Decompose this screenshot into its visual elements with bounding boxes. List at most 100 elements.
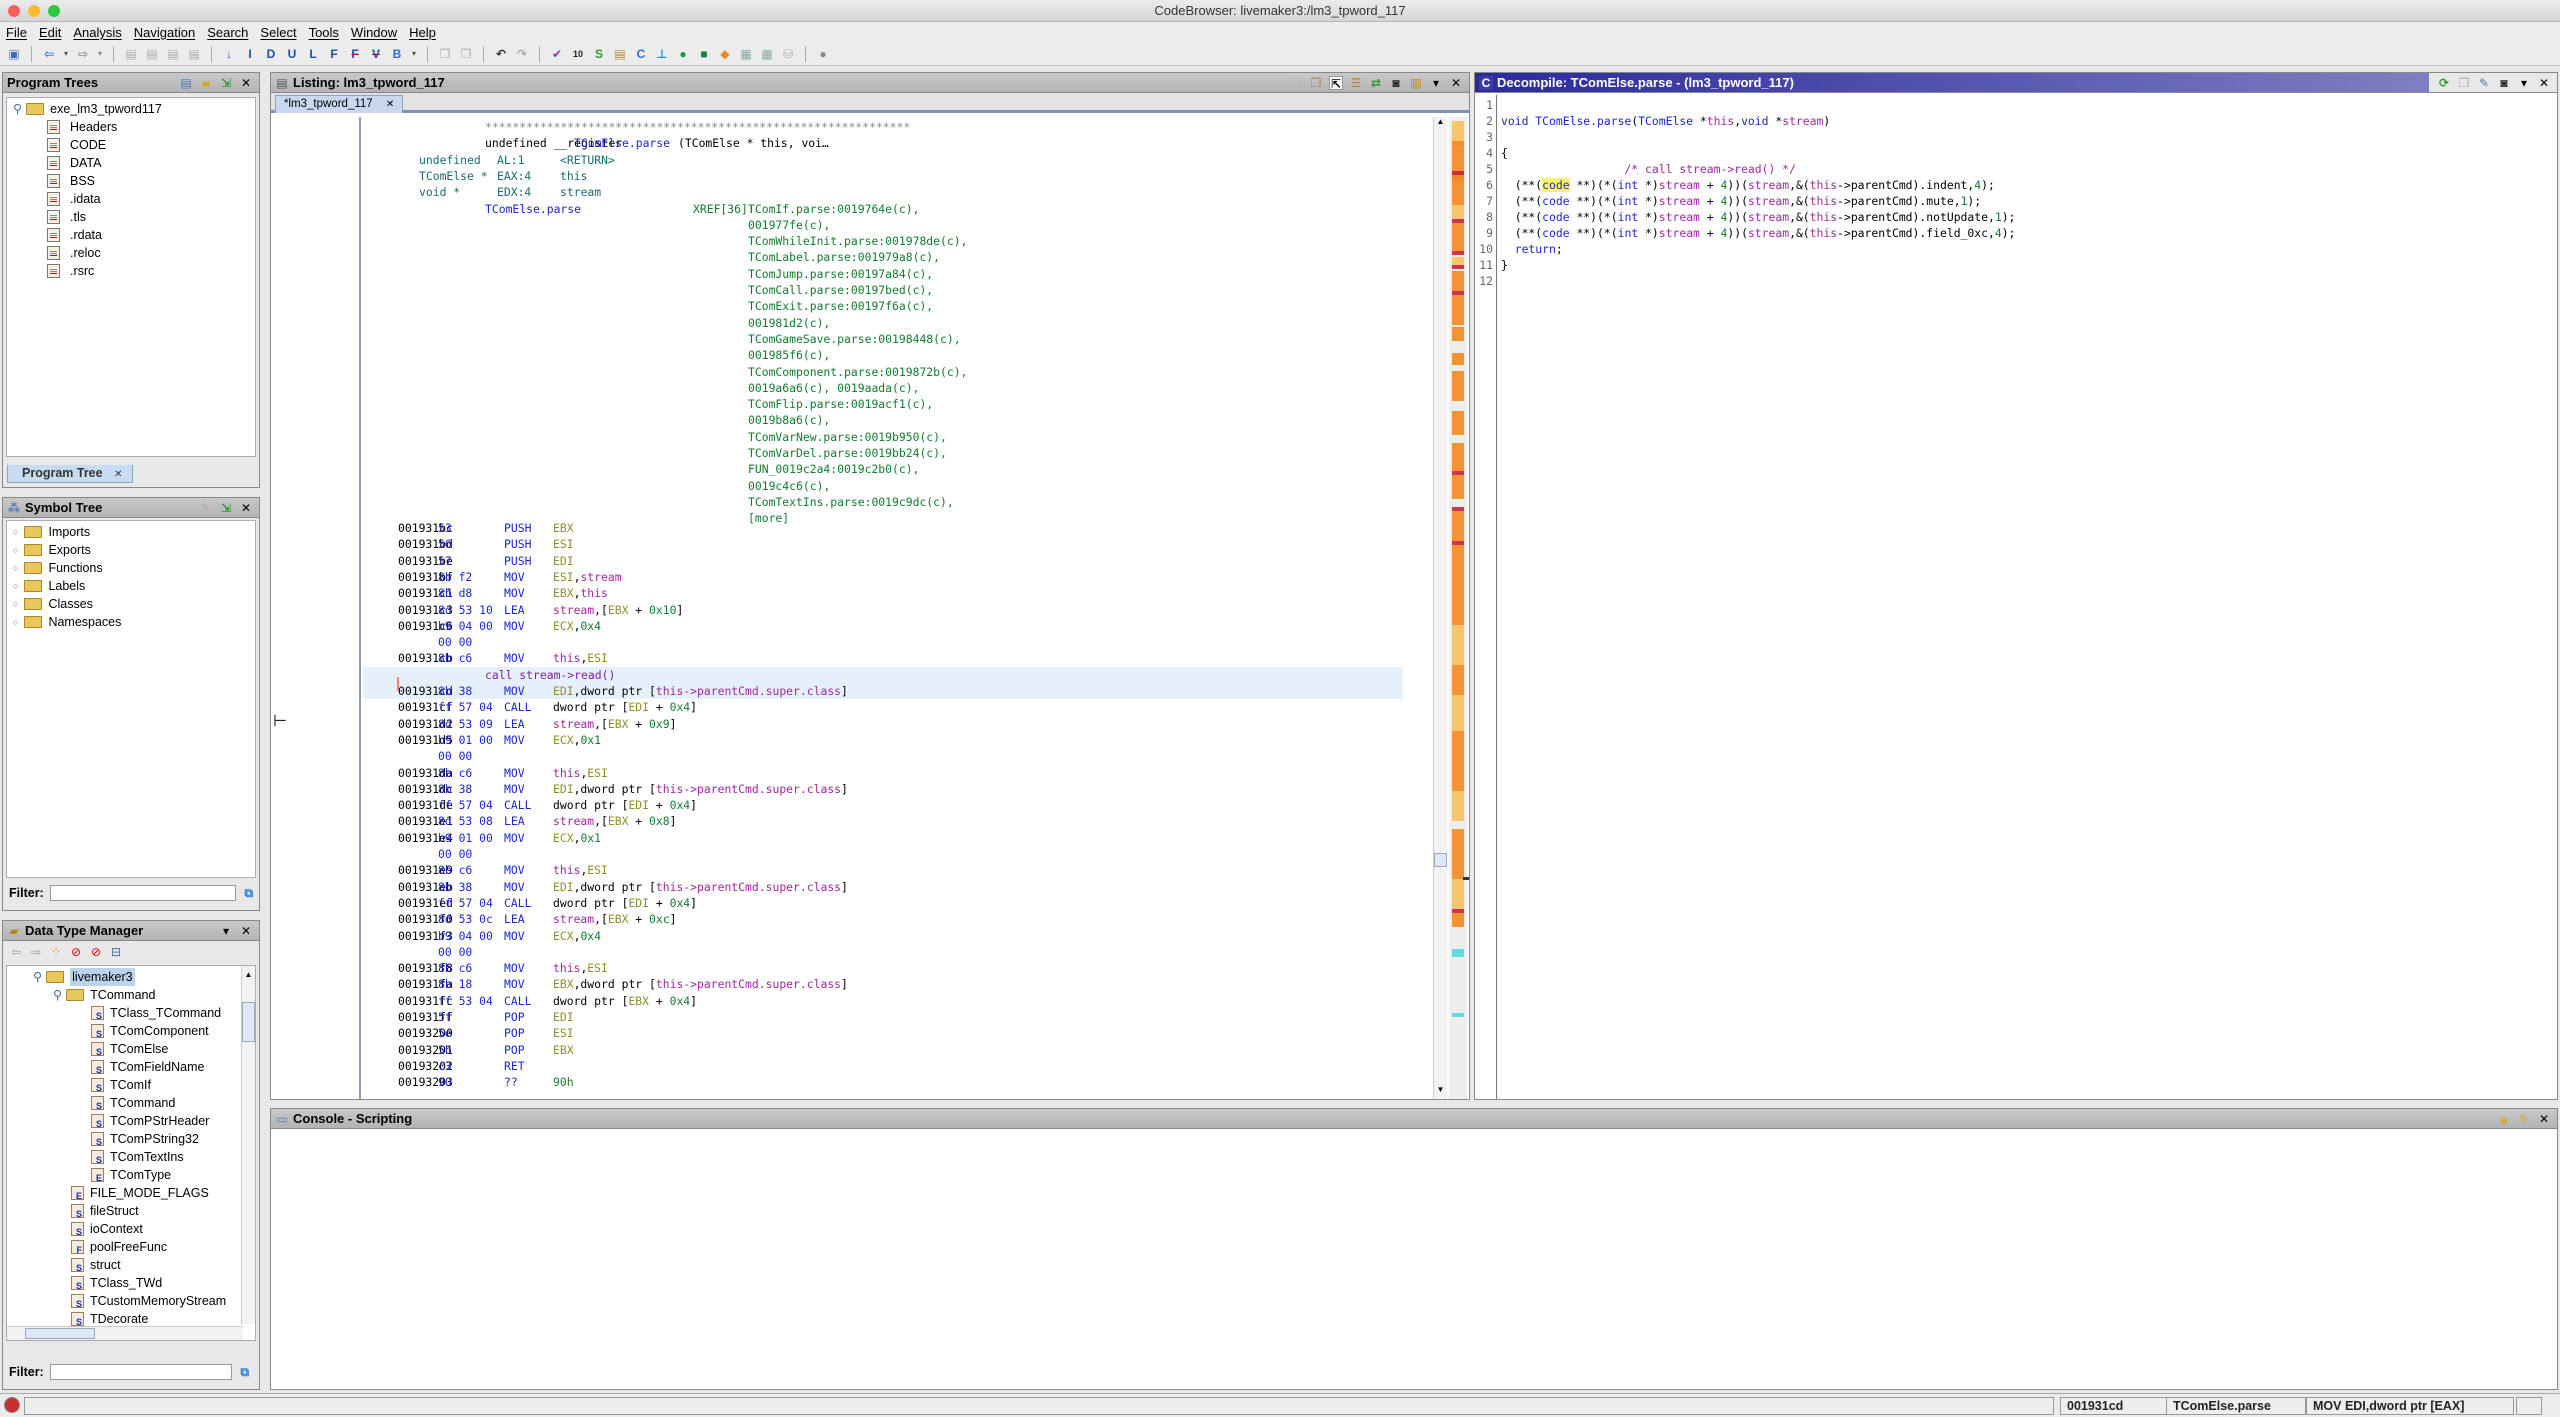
datatype-item[interactable]: S TComElse [7, 1040, 255, 1058]
param-row[interactable]: void * EDX:4 stream [363, 184, 1403, 200]
help-icon[interactable]: ● [815, 46, 831, 62]
next-non-function-icon[interactable]: F [347, 46, 363, 62]
xref-row[interactable]: 0019a6a6(c), 0019aada(c), [363, 380, 1403, 396]
datatype-item[interactable]: E FILE_MODE_FLAGS [7, 1184, 255, 1202]
eraser-icon[interactable]: ✎ [2517, 1112, 2531, 1126]
plate-comment[interactable]: ****************************************… [363, 119, 1403, 135]
datatype-item[interactable]: S TCommand [7, 1094, 255, 1112]
decompile-line[interactable]: (**(code **)(*(int *)stream + 4))(stream… [1501, 225, 2551, 241]
tree-item[interactable]: .rsrc [13, 262, 255, 280]
chevron-down-icon[interactable]: ▾ [410, 46, 418, 62]
instruction-row[interactable]: 001931bc 53 PUSH EBX [363, 520, 1403, 536]
xref-entry[interactable]: TComFlip.parse:0019acf1(c), [748, 396, 933, 412]
snapshot-icon[interactable]: ◙ [2497, 76, 2511, 90]
instruction-row[interactable]: 001931de ff 57 04 CALL dword ptr [EDI + 0x4… [363, 797, 1403, 813]
instruction-row[interactable]: 001931be 57 PUSH EDI [363, 553, 1403, 569]
xref-entry[interactable]: TComVarDel.parse:0019bb24(c), [748, 445, 947, 461]
next-function-icon[interactable]: ▤ [144, 46, 160, 62]
datatype-item[interactable]: Sstruct [7, 1256, 255, 1274]
datatype-item[interactable]: S TComTextIns [7, 1148, 255, 1166]
xref-entry[interactable]: TComCall.parse:00197bed(c), [748, 282, 933, 298]
next-value-icon[interactable]: V [368, 46, 384, 62]
tree-item[interactable]: BSS [13, 172, 255, 190]
plugin-icon[interactable]: ⛁ [780, 46, 796, 62]
function-graph-icon[interactable]: ⊥ [654, 46, 670, 62]
forward-icon[interactable]: ⇨ [29, 945, 43, 959]
console-output[interactable] [271, 1131, 2557, 1389]
instruction-row[interactable]: 001931ed ff 57 04 CALL dword ptr [EDI + 0x4… [363, 895, 1403, 911]
close-window-button[interactable] [8, 5, 20, 17]
instruction-row[interactable]: 001931eb 8b 38 MOV EDI,dword ptr [this->par… [363, 879, 1403, 895]
cursor-select-icon[interactable]: ⇱ [1329, 75, 1343, 91]
xref-entry[interactable]: TComExit.parse:00197f6a(c), [748, 298, 933, 314]
instruction-row[interactable]: 001931f3 b9 04 00 MOV ECX,0x4 [363, 928, 1403, 944]
instruction-row[interactable]: 001931c3 8d 53 10 LEA stream,[EBX + 0x10] [363, 602, 1403, 618]
instruction-bytes-continued[interactable]: 00 00 [363, 634, 1403, 650]
decompiler-icon[interactable]: C [633, 46, 649, 62]
tree-item[interactable]: .tls [13, 208, 255, 226]
pre-comment[interactable]: call stream->read() [363, 666, 1403, 683]
close-icon[interactable]: ✕ [239, 924, 253, 938]
overview-bar[interactable] [1449, 117, 1469, 1099]
datatype-item[interactable]: SioContext [7, 1220, 255, 1238]
xref-entry[interactable]: TComWhileInit.parse:001978de(c), [748, 233, 967, 249]
next-undefined-icon[interactable]: U [284, 46, 300, 62]
xref-entry[interactable]: TComJump.parse:00197a84(c), [748, 266, 933, 282]
snapshot-icon[interactable]: ◙ [1389, 76, 1403, 90]
decompile-line[interactable]: (**(code **)(*(int *)stream + 4))(stream… [1501, 177, 2551, 193]
param-row[interactable]: TComElse * EAX:4 this [363, 168, 1403, 184]
expand-icon[interactable]: ○ [13, 613, 18, 631]
instruction-row[interactable]: 00193201 5b POP EBX [363, 1042, 1403, 1058]
tree-root[interactable]: ⚲ exe_lm3_tpword117 [13, 100, 255, 118]
instruction-row[interactable]: 001931dc 8b 38 MOV EDI,dword ptr [this->par… [363, 781, 1403, 797]
close-icon[interactable]: ✕ [1449, 76, 1463, 90]
decompile-line[interactable] [1501, 129, 2551, 145]
xref-row[interactable]: 0019c4c6(c), [363, 478, 1403, 494]
menu-file[interactable]: File [6, 25, 27, 40]
menu-dropdown-icon[interactable]: ▾ [1429, 76, 1443, 90]
field-editor-icon[interactable]: ☰ [1349, 76, 1363, 90]
tree-item[interactable]: CODE [13, 136, 255, 154]
datatype-item[interactable]: E TComType [7, 1166, 255, 1184]
decompile-line[interactable]: (**(code **)(*(int *)stream + 4))(stream… [1501, 193, 2551, 209]
symbol-tree-item[interactable]: ○ Labels [13, 577, 255, 595]
instruction-row[interactable]: 001931fc ff 53 04 CALL dword ptr [EBX + 0x4… [363, 993, 1403, 1009]
next-data-icon[interactable]: D [263, 46, 279, 62]
merge-icon[interactable]: ⇲ [219, 76, 233, 90]
instruction-row[interactable]: 001931f8 8b c6 MOV this,ESI [363, 960, 1403, 976]
bytes-icon[interactable]: 10 [570, 46, 586, 62]
datatype-item[interactable]: S TCustomMemoryStream [7, 1292, 255, 1310]
prev-function-icon[interactable]: ▤ [123, 46, 139, 62]
xref-row[interactable]: TComCall.parse:00197bed(c), [363, 282, 1403, 298]
function-label-row[interactable]: TComElse.parse XREF[36]: TComIf.parse:0019… [363, 201, 1403, 217]
datatype-manager-icon[interactable]: ▤ [612, 46, 628, 62]
xref-row[interactable]: TComLabel.parse:001979a8(c), [363, 249, 1403, 265]
close-tab-icon[interactable]: ✕ [114, 469, 122, 480]
filter-icon[interactable]: ⁘ [49, 945, 63, 959]
tree-item[interactable]: Headers [13, 118, 255, 136]
instruction-row[interactable]: 001931c1 8b d8 MOV EBX,this [363, 585, 1403, 601]
dtm-root[interactable]: ⚲ livemaker3 [7, 968, 255, 986]
xref-row[interactable]: TComTextIns.parse:0019c9dc(c), [363, 494, 1403, 510]
menu-edit[interactable]: Edit [39, 25, 61, 40]
instruction-row[interactable]: 001931d2 8d 53 09 LEA stream,[EBX + 0x9] [363, 716, 1403, 732]
xref-entry[interactable]: TComGameSave.parse:00198448(c), [748, 331, 961, 347]
instruction-bytes-continued[interactable]: 00 00 [363, 944, 1403, 960]
copy-icon[interactable]: ❐ [2457, 76, 2471, 90]
instruction-row[interactable]: 001931f0 8d 53 0c LEA stream,[EBX + 0xc] [363, 911, 1403, 927]
menu-search[interactable]: Search [207, 25, 248, 40]
back-icon[interactable]: ⇦ [41, 46, 57, 62]
decompile-line[interactable]: void TComElse.parse(TComElse *this,void … [1501, 113, 2551, 129]
instruction-row[interactable]: 00193200 5e POP ESI [363, 1025, 1403, 1041]
filter-options-icon[interactable]: ⧉ [238, 1365, 252, 1379]
instruction-row[interactable]: 001931da 8b c6 MOV this,ESI [363, 765, 1403, 781]
datatype-item[interactable]: S TComPString32 [7, 1130, 255, 1148]
xref-row[interactable]: 001977fe(c), [363, 217, 1403, 233]
memory-map-icon[interactable]: ▦ [738, 46, 754, 62]
instruction-row[interactable]: 001931bd 56 PUSH ESI [363, 536, 1403, 552]
new-tree-icon[interactable]: ▤ [179, 76, 193, 90]
prev-data-icon[interactable]: ▤ [165, 46, 181, 62]
next-label-icon[interactable]: L [305, 46, 321, 62]
symbol-tree-item[interactable]: ○ Exports [13, 541, 255, 559]
menu-window[interactable]: Window [351, 25, 397, 40]
